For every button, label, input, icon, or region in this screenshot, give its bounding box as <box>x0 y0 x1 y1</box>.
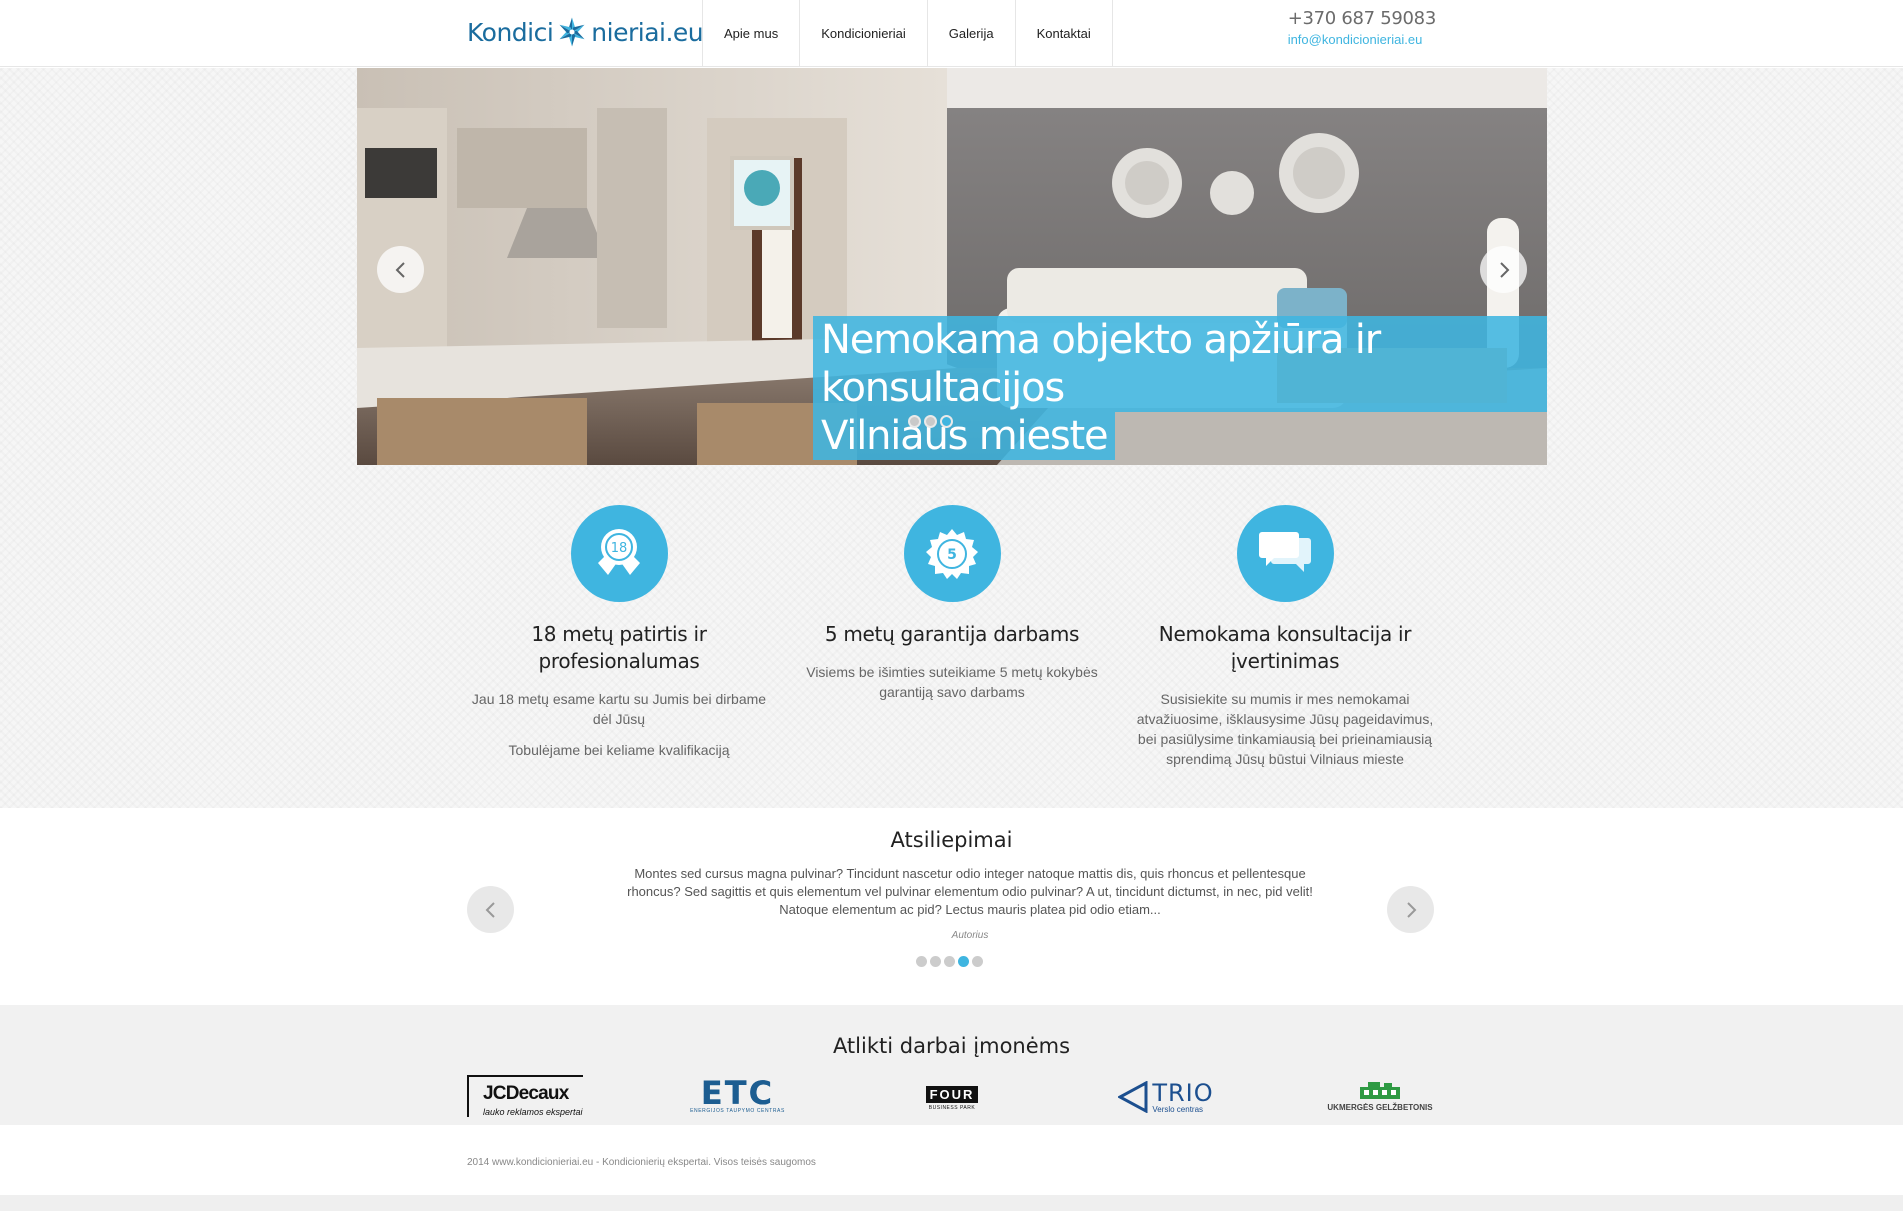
feature-experience: 18 18 metų patirtis ir profesionalumas J… <box>469 505 769 760</box>
partner-name: TRIO <box>1152 1078 1214 1107</box>
chat-bubbles-icon <box>1259 531 1311 572</box>
feature-warranty: 5 5 metų garantija darbams Visiems be iš… <box>802 505 1102 702</box>
slider-dots <box>908 415 953 428</box>
caption-line-1: Nemokama objekto apžiūra ir konsultacijo… <box>813 316 1547 412</box>
testimonial-dot[interactable] <box>930 956 941 967</box>
partner-tagline: ENERGIJOS TAUPYMO CENTRAS <box>690 1108 785 1114</box>
bottom-strip <box>0 1195 1903 1211</box>
testimonial-text: Montes sed cursus magna pulvinar? Tincid… <box>627 866 1313 917</box>
slider-next-button[interactable] <box>1480 246 1527 293</box>
partner-name: FOUR <box>925 1085 979 1103</box>
site-logo[interactable]: Kondici nieriai.eu <box>467 14 704 50</box>
testimonial-author: Autorius <box>951 930 989 941</box>
snowflake-icon <box>559 17 585 47</box>
trio-triangle-icon <box>1118 1081 1148 1113</box>
feature-icon-circle: 5 <box>903 505 1001 602</box>
feature-icon-circle <box>1236 505 1334 602</box>
feature-title: 18 metų patirtis ir profesionalumas <box>531 622 707 673</box>
feature-title: 5 metų garantija darbams <box>824 622 1080 646</box>
testimonial-dot[interactable] <box>916 956 927 967</box>
email-link[interactable]: info@kondicionieriai.eu <box>1288 32 1436 47</box>
feature-text: Susisiekite su mumis ir mes nemokamai at… <box>1136 691 1434 767</box>
phone-number[interactable]: +370 687 59083 <box>1288 8 1437 29</box>
partner-name: ETC <box>700 1074 775 1112</box>
partner-tagline: lauko reklamos ekspertai <box>483 1106 583 1117</box>
feature-consultation: Nemokama konsultacija ir įvertinimas Sus… <box>1135 505 1435 769</box>
partner-logo-ukmerges[interactable]: UKMERGĖS GELŽBETONIS <box>1321 1076 1439 1116</box>
logo-text-part2: nieriai.eu <box>591 17 704 47</box>
partner-logo-jcdecaux[interactable]: JCDecaux lauko reklamos ekspertai <box>467 1068 585 1123</box>
slider-dot[interactable] <box>924 415 937 428</box>
testimonial-dot[interactable] <box>972 956 983 967</box>
partner-name: JCDecaux <box>483 1082 569 1104</box>
partner-tagline: BUSINESS PARK <box>928 1104 976 1111</box>
testimonial-dot[interactable] <box>944 956 955 967</box>
header-contact: +370 687 59083 info@kondicionieriai.eu <box>1288 8 1437 47</box>
partner-name: UKMERGĖS GELŽBETONIS <box>1327 1102 1433 1112</box>
chevron-right-icon <box>1499 261 1509 278</box>
feature-text: Jau 18 metų esame kartu su Jumis bei dir… <box>471 691 767 727</box>
warranty-seal-icon: 5 <box>926 528 978 579</box>
feature-icon-circle: 18 <box>570 505 668 602</box>
nav-item-kondicionieriai[interactable]: Kondicionieriai <box>799 0 927 67</box>
hero-slider: Nemokama objekto apžiūra ir konsultacijo… <box>357 68 1547 465</box>
partner-logo-etc[interactable]: ETC ENERGIJOS TAUPYMO CENTRAS <box>680 1075 795 1117</box>
nav-item-kontaktai[interactable]: Kontaktai <box>1014 0 1113 67</box>
testimonial-dots <box>916 956 983 967</box>
copyright-text: 2014 www.kondicionieriai.eu - Kondicioni… <box>467 1157 816 1168</box>
award-ribbon-icon: 18 <box>598 528 640 575</box>
feature-text: Visiems be išimties suteikiame 5 metų ko… <box>806 664 1098 700</box>
testimonial-dot-active[interactable] <box>958 956 969 967</box>
chevron-right-icon <box>1406 901 1416 918</box>
trio-text: TRIO Verslo centras <box>1152 1081 1213 1114</box>
main-nav: Apie mus Kondicionieriai Galerija Kontak… <box>702 0 1113 67</box>
slider-prev-button[interactable] <box>377 246 424 293</box>
ukmerges-building-icon <box>1360 1081 1400 1099</box>
site-header: Kondici nieriai.eu Apie mus Kondicionier… <box>0 0 1903 67</box>
slide-caption: Nemokama objekto apžiūra ir konsultacijo… <box>813 316 1547 460</box>
chevron-left-icon <box>395 261 405 278</box>
site-footer: 2014 www.kondicionieriai.eu - Kondicioni… <box>0 1125 1903 1195</box>
feature-text-secondary: Tobulėjame bei keliame kvalifikaciją <box>508 742 730 758</box>
caption-line-2: Vilniaus mieste <box>813 412 1116 460</box>
partner-logo-trio[interactable]: TRIO Verslo centras <box>1107 1078 1225 1116</box>
slider-dot[interactable] <box>908 415 921 428</box>
slider-dot-active[interactable] <box>940 415 953 428</box>
jcdecaux-frame: JCDecaux lauko reklamos ekspertai <box>467 1074 583 1117</box>
award-number: 18 <box>611 541 628 556</box>
nav-item-galerija[interactable]: Galerija <box>926 0 1015 67</box>
partners-title: Atlikti darbai įmonėms <box>832 1034 1071 1058</box>
warranty-number: 5 <box>947 547 957 563</box>
partner-logo-four[interactable]: FOUR BUSINESS PARK <box>916 1082 988 1114</box>
testimonial-next-button[interactable] <box>1387 886 1434 933</box>
chevron-left-icon <box>485 901 495 918</box>
nav-item-apie-mus[interactable]: Apie mus <box>702 0 799 67</box>
feature-title: Nemokama konsultacija ir įvertinimas <box>1158 622 1412 673</box>
testimonials-title: Atsiliepimai <box>890 828 1013 852</box>
logo-text-part1: Kondici <box>467 17 554 47</box>
testimonial-prev-button[interactable] <box>467 886 514 933</box>
